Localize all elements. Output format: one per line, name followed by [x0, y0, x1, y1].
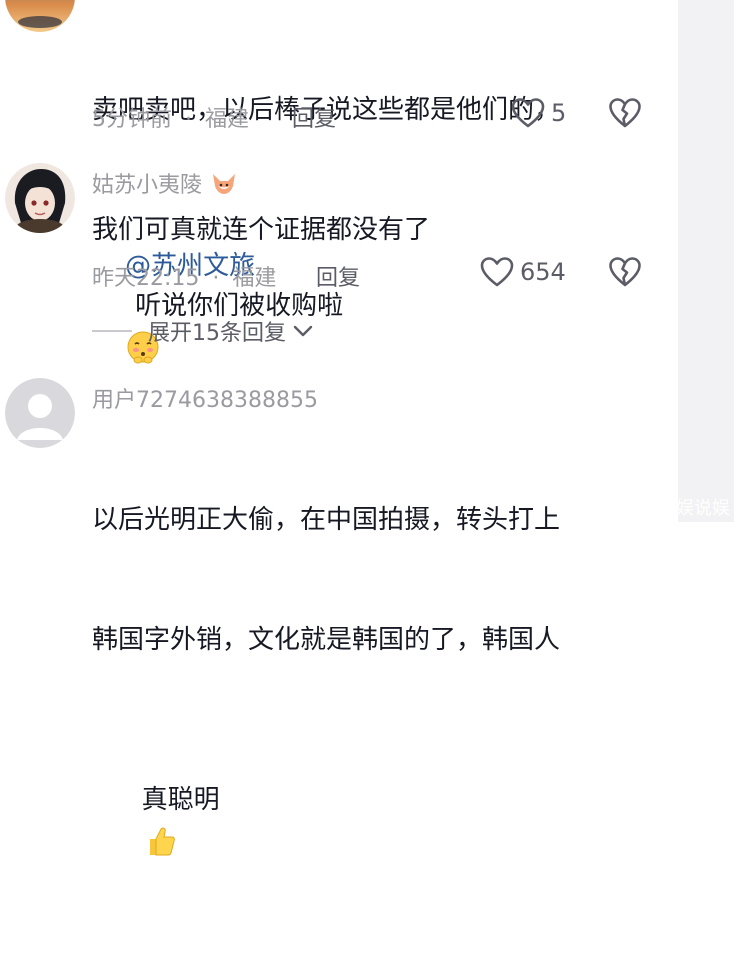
comment-location: 福建 — [205, 107, 250, 132]
heart-outline-icon — [480, 257, 514, 287]
divider-line — [92, 330, 132, 332]
expand-replies-label: 展开15条回复 — [148, 321, 286, 346]
meta-separator: · — [212, 266, 220, 291]
like-button[interactable]: 654 — [480, 256, 566, 288]
avatar[interactable] — [5, 163, 75, 233]
avatar[interactable] — [5, 0, 75, 32]
meta-separator: · — [185, 107, 192, 132]
heart-outline-icon — [511, 98, 545, 128]
comment-item-1: 卖吧卖吧，以后棒子说这些都是他们的， 我们可真就连个证据都没有了 5分钟前 · … — [0, 0, 678, 245]
comment-username[interactable]: 用户7274638388855 — [92, 382, 318, 414]
dislike-button[interactable] — [609, 256, 641, 292]
comment-meta: 5分钟前 · 福建 — [92, 101, 249, 133]
comment-time: 昨天22:15 — [92, 266, 200, 291]
comment-meta: 昨天22:15 · 福建 — [92, 260, 276, 292]
chevron-down-icon — [293, 325, 313, 337]
comment-text: 以后光明正大偷，在中国拍摄，转头打上 韩国字外销，文化就是韩国的了，韩国人 真聪… — [92, 420, 560, 980]
comment-item-3: 用户7274638388855 以后光明正大偷，在中国拍摄，转头打上 韩国字外销… — [0, 370, 678, 855]
thumbs-up-emoji-icon — [149, 827, 175, 855]
fox-icon — [213, 174, 236, 194]
expand-replies-button[interactable]: 展开15条回复 — [92, 315, 314, 347]
comment-item-2: 姑苏小夷陵 @苏州文旅 听说你们被收购啦 昨天22:15 · 福建 回复 654… — [0, 150, 678, 363]
like-count: 654 — [520, 258, 566, 286]
reply-button[interactable]: 回复 — [316, 260, 360, 292]
comment-time: 5分钟前 — [92, 107, 172, 132]
dislike-button[interactable] — [609, 97, 641, 133]
broken-heart-icon — [609, 98, 641, 128]
right-panel-edge — [678, 0, 734, 522]
comment-username[interactable]: 姑苏小夷陵 — [92, 167, 237, 199]
reply-button[interactable]: 回复 — [292, 101, 336, 133]
avatar[interactable] — [5, 378, 75, 448]
like-button[interactable]: 5 — [511, 97, 566, 129]
comment-location: 福建 — [232, 266, 277, 291]
like-count: 5 — [551, 99, 567, 127]
broken-heart-icon — [609, 257, 641, 287]
watermark: 娱说娱 — [676, 498, 730, 519]
